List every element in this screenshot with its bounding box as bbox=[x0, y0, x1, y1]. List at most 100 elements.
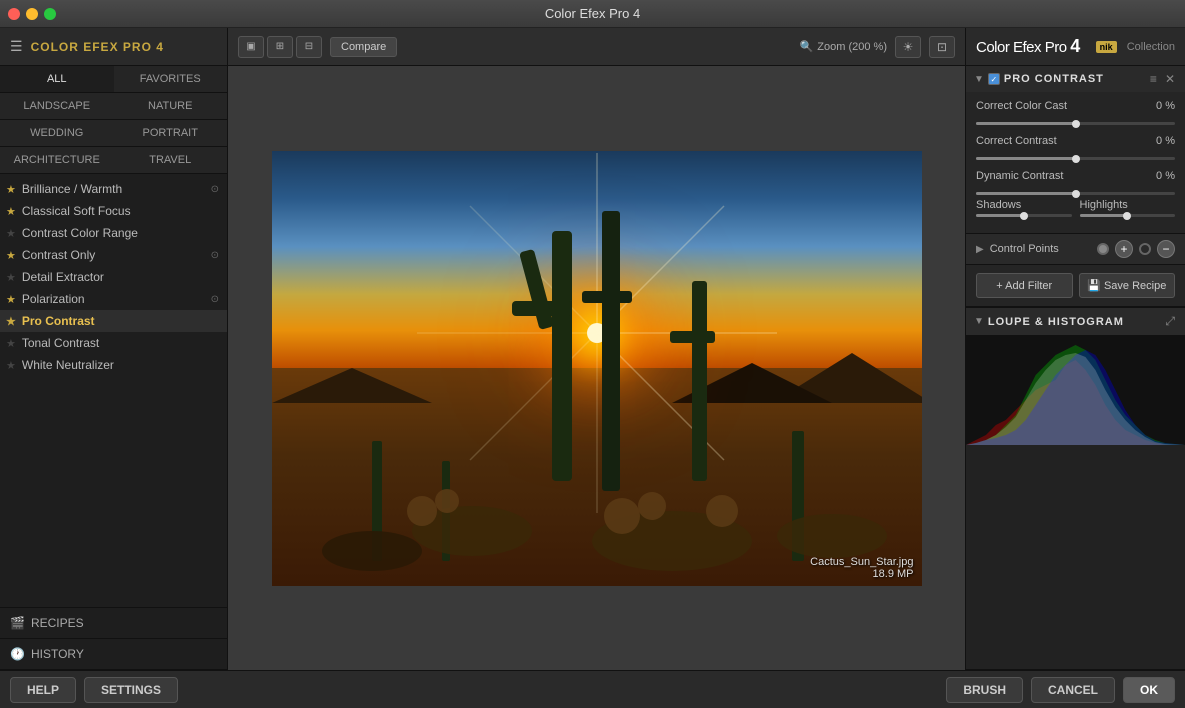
history-icon: 🕐 bbox=[10, 647, 25, 661]
loupe-title: LOUPE & HISTOGRAM bbox=[988, 316, 1159, 328]
filter-item-detail[interactable]: ★ Detail Extractor bbox=[0, 266, 227, 288]
filter-item-brilliance[interactable]: ★ Brilliance / Warmth ⊙ bbox=[0, 178, 227, 200]
save-recipe-button[interactable]: 💾 Save Recipe bbox=[1079, 273, 1176, 298]
logo-version: 4 bbox=[1070, 36, 1080, 56]
filter-item-polarization[interactable]: ★ Polarization ⊙ bbox=[0, 288, 227, 310]
section-header[interactable]: ▼ ✓ PRO CONTRAST ≡ ✕ bbox=[966, 66, 1185, 92]
panel-header: Color Efex Pro 4 nik Collection bbox=[966, 28, 1185, 66]
slider-fill bbox=[976, 192, 1076, 195]
chevron-down-icon: ▼ bbox=[974, 316, 984, 327]
control-points-row: ▶ Control Points + − bbox=[966, 233, 1185, 265]
single-view-button[interactable]: ▣ bbox=[238, 36, 264, 58]
tab-landscape[interactable]: LANDSCAPE bbox=[0, 93, 114, 119]
close-button[interactable] bbox=[8, 8, 20, 20]
loupe-header[interactable]: ▼ LOUPE & HISTOGRAM ⤢ bbox=[966, 308, 1185, 335]
control-label: Correct Contrast bbox=[976, 135, 1143, 147]
filter-preview-icon: ⊙ bbox=[211, 184, 219, 195]
photo-container: Cactus_Sun_Star.jpg 18.9 MP bbox=[272, 151, 922, 586]
brush-button[interactable]: BRUSH bbox=[946, 677, 1023, 703]
cancel-button[interactable]: CANCEL bbox=[1031, 677, 1115, 703]
compare-button[interactable]: Compare bbox=[330, 37, 397, 57]
layout-icon[interactable]: ⊡ bbox=[929, 36, 955, 58]
shadows-highlights: Shadows Highlights bbox=[976, 199, 1175, 217]
control-point-dot bbox=[1097, 243, 1109, 255]
category-tabs-row4: ARCHITECTURE TRAVEL bbox=[0, 147, 227, 174]
remove-control-point-button[interactable]: − bbox=[1157, 240, 1175, 258]
nikon-badge: nik bbox=[1096, 41, 1117, 53]
slider-thumb[interactable] bbox=[1123, 212, 1131, 220]
filter-item-white[interactable]: ★ White Neutralizer bbox=[0, 354, 227, 376]
slider-contrast[interactable] bbox=[976, 157, 1175, 160]
edit-icon[interactable]: ≡ bbox=[1148, 72, 1159, 86]
slider-fill bbox=[976, 122, 1076, 125]
control-row-colorcast: Correct Color Cast 0 % bbox=[976, 100, 1175, 112]
history-item[interactable]: 🕐 HISTORY bbox=[0, 639, 227, 670]
zoom-label: Zoom (200 %) bbox=[817, 41, 887, 53]
dual-view-button[interactable]: ⊟ bbox=[296, 36, 322, 58]
recipes-item[interactable]: 🎬 RECIPES bbox=[0, 608, 227, 639]
filename: Cactus_Sun_Star.jpg bbox=[810, 556, 913, 568]
tab-wedding[interactable]: WEDDING bbox=[0, 120, 114, 146]
settings-button[interactable]: SETTINGS bbox=[84, 677, 178, 703]
category-tabs: ALL FAVORITES bbox=[0, 66, 227, 93]
traffic-lights bbox=[8, 8, 56, 20]
tab-architecture[interactable]: ARCHITECTURE bbox=[0, 147, 114, 173]
filter-name: Polarization bbox=[22, 292, 211, 306]
app-logo: Color Efex Pro 4 bbox=[976, 36, 1090, 57]
history-label: HISTORY bbox=[31, 647, 84, 661]
filter-controls: Correct Color Cast 0 % Correct Contrast … bbox=[966, 92, 1185, 233]
section-checkbox[interactable]: ✓ bbox=[988, 73, 1000, 85]
shadows-slider[interactable] bbox=[976, 214, 1072, 217]
minimize-button[interactable] bbox=[26, 8, 38, 20]
close-icon[interactable]: ✕ bbox=[1163, 72, 1177, 86]
highlights-group: Highlights bbox=[1080, 199, 1176, 217]
photo-image: Cactus_Sun_Star.jpg 18.9 MP bbox=[272, 151, 922, 586]
bottom-bar: HELP SETTINGS BRUSH CANCEL OK bbox=[0, 670, 1185, 708]
filter-item-pro-contrast[interactable]: ★ Pro Contrast bbox=[0, 310, 227, 332]
star-icon: ★ bbox=[6, 183, 16, 196]
slider-thumb[interactable] bbox=[1072, 190, 1080, 198]
filter-name: Tonal Contrast bbox=[22, 336, 219, 350]
shadows-group: Shadows bbox=[976, 199, 1072, 217]
slider-dynamic[interactable] bbox=[976, 192, 1175, 195]
filter-name: Contrast Color Range bbox=[22, 226, 219, 240]
filter-item-tonal[interactable]: ★ Tonal Contrast bbox=[0, 332, 227, 354]
recipes-icon: 🎬 bbox=[10, 616, 25, 630]
slider-thumb[interactable] bbox=[1072, 155, 1080, 163]
magnifier-icon: 🔍 bbox=[800, 40, 814, 53]
ok-button[interactable]: OK bbox=[1123, 677, 1175, 703]
tab-nature[interactable]: NATURE bbox=[114, 93, 228, 119]
filter-item-contrast-only[interactable]: ★ Contrast Only ⊙ bbox=[0, 244, 227, 266]
tab-travel[interactable]: TRAVEL bbox=[114, 147, 228, 173]
highlights-slider[interactable] bbox=[1080, 214, 1176, 217]
add-control-point-button[interactable]: + bbox=[1115, 240, 1133, 258]
filter-item-classical[interactable]: ★ Classical Soft Focus bbox=[0, 200, 227, 222]
help-button[interactable]: HELP bbox=[10, 677, 76, 703]
filter-name: Brilliance / Warmth bbox=[22, 182, 211, 196]
image-area: ▣ ⊞ ⊟ Compare 🔍 Zoom (200 %) ☀ ⊡ bbox=[228, 28, 965, 670]
highlights-label: Highlights bbox=[1080, 199, 1176, 211]
filter-name: Classical Soft Focus bbox=[22, 204, 219, 218]
slider-colorcast[interactable] bbox=[976, 122, 1175, 125]
slider-thumb[interactable] bbox=[1020, 212, 1028, 220]
filter-name: White Neutralizer bbox=[22, 358, 219, 372]
control-value: 0 % bbox=[1143, 135, 1175, 147]
tab-portrait[interactable]: PORTRAIT bbox=[114, 120, 228, 146]
photo-caption: Cactus_Sun_Star.jpg 18.9 MP bbox=[810, 556, 913, 580]
split-view-button[interactable]: ⊞ bbox=[267, 36, 293, 58]
sidebar-header: ☰ COLOR EFEX PRO 4 bbox=[0, 28, 227, 66]
image-canvas: Cactus_Sun_Star.jpg 18.9 MP bbox=[228, 66, 965, 670]
sun-icon[interactable]: ☀ bbox=[895, 36, 921, 58]
expand-icon[interactable]: ⤢ bbox=[1163, 314, 1177, 329]
toolbar: ▣ ⊞ ⊟ Compare 🔍 Zoom (200 %) ☀ ⊡ bbox=[228, 28, 965, 66]
tab-favorites[interactable]: FAVORITES bbox=[114, 66, 228, 92]
maximize-button[interactable] bbox=[44, 8, 56, 20]
tab-all[interactable]: ALL bbox=[0, 66, 114, 92]
add-filter-button[interactable]: + Add Filter bbox=[976, 273, 1073, 298]
star-icon: ★ bbox=[6, 271, 16, 284]
slider-thumb[interactable] bbox=[1072, 120, 1080, 128]
star-icon: ★ bbox=[6, 227, 16, 240]
section-icons: ≡ ✕ bbox=[1148, 72, 1177, 86]
section-title: PRO CONTRAST bbox=[1004, 73, 1144, 85]
filter-item-contrast-color[interactable]: ★ Contrast Color Range bbox=[0, 222, 227, 244]
